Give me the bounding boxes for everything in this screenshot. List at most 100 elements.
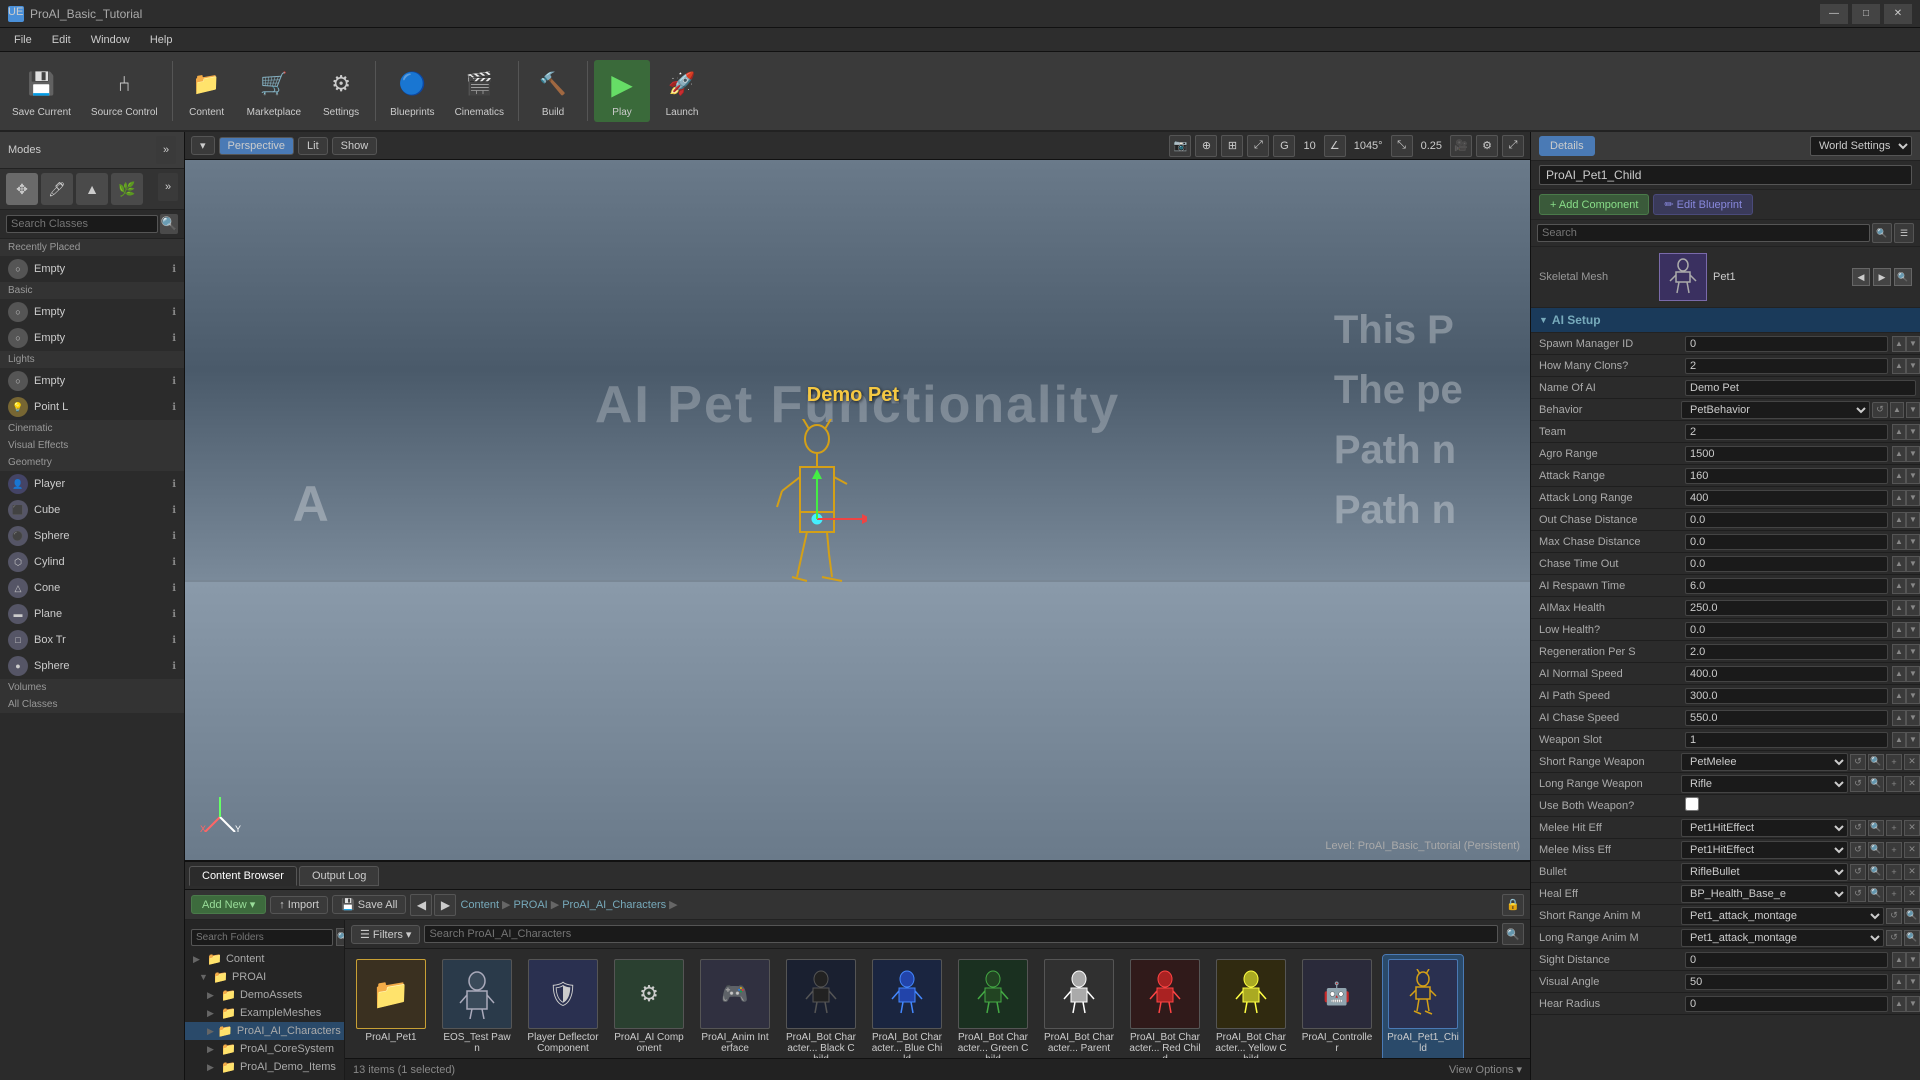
play-button[interactable]: ▶ Play [594, 60, 650, 122]
asset-search-input[interactable] [424, 925, 1498, 943]
bullet-search[interactable]: 🔍 [1868, 864, 1884, 880]
asset-item-player-deflector[interactable]: 🛡 Player Deflector Component [523, 955, 603, 1058]
folder-item-proai[interactable]: ▼ 📁 PROAI [185, 968, 344, 986]
prop-down-agro[interactable]: ▼ [1906, 446, 1920, 462]
folder-item-examplemeshes[interactable]: ▶ 📁 ExampleMeshes [185, 1004, 344, 1022]
prop-up-hear[interactable]: ▲ [1892, 996, 1906, 1012]
camera-icon[interactable]: 🎥 [1450, 135, 1472, 157]
prop-up-attack-long[interactable]: ▲ [1892, 490, 1906, 506]
camera-speed-icon[interactable]: 📷 [1169, 135, 1191, 157]
heal-eff-dropdown[interactable]: BP_Health_Base_e [1681, 885, 1848, 903]
tab-output-log[interactable]: Output Log [299, 866, 379, 886]
paint-mode-icon[interactable]: 🖊 [41, 173, 73, 205]
prop-down-chase-timeout[interactable]: ▼ [1906, 556, 1920, 572]
prop-up-visual-angle[interactable]: ▲ [1892, 974, 1906, 990]
melee-hit-dropdown[interactable]: Pet1HitEffect [1681, 819, 1848, 837]
attack-range-input[interactable] [1685, 468, 1888, 484]
prop-down-visual-angle[interactable]: ▼ [1906, 974, 1920, 990]
angle-icon[interactable]: ∠ [1324, 135, 1346, 157]
melee-miss-remove[interactable]: ✕ [1904, 842, 1920, 858]
prop-up-spawn-manager[interactable]: ▲ [1892, 336, 1906, 352]
behavior-dropdown[interactable]: PetBehavior [1681, 401, 1870, 419]
cb-back-button[interactable]: ◀ [410, 894, 432, 916]
search-folders-button[interactable]: 🔍 [336, 928, 345, 946]
normal-speed-input[interactable] [1685, 666, 1888, 682]
prop-up-agro[interactable]: ▲ [1892, 446, 1906, 462]
prop-down-out-chase[interactable]: ▼ [1906, 512, 1920, 528]
sm-browse-button[interactable]: 🔍 [1894, 268, 1912, 286]
behavior-down[interactable]: ▼ [1906, 402, 1920, 418]
folder-item-demo-items[interactable]: ▶ 📁 ProAI_Demo_Items [185, 1058, 344, 1076]
recently-placed-header[interactable]: Recently Placed [0, 239, 184, 256]
breadcrumb-content[interactable]: Content [460, 899, 499, 911]
save-all-button[interactable]: 💾 Save All [332, 895, 407, 914]
use-both-checkbox[interactable] [1685, 797, 1699, 811]
vp-settings-icon[interactable]: ⚙ [1476, 135, 1498, 157]
mode-more-icon[interactable]: » [158, 173, 178, 201]
short-weapon-reset[interactable]: ↺ [1850, 754, 1866, 770]
short-anim-dropdown[interactable]: Pet1_attack_montage [1681, 907, 1884, 925]
prop-up-path-speed[interactable]: ▲ [1892, 688, 1906, 704]
prop-down-attack-range[interactable]: ▼ [1906, 468, 1920, 484]
prop-down-normal-speed[interactable]: ▼ [1906, 666, 1920, 682]
chase-speed-input[interactable] [1685, 710, 1888, 726]
behavior-up[interactable]: ▲ [1890, 402, 1904, 418]
tab-details[interactable]: Details [1539, 136, 1595, 156]
bullet-dropdown[interactable]: RifleBullet [1681, 863, 1848, 881]
list-item[interactable]: ⬛ Cube ℹ [0, 497, 184, 523]
all-classes-header[interactable]: All Classes [0, 696, 184, 713]
long-anim-dropdown[interactable]: Pet1_attack_montage [1681, 929, 1884, 947]
prop-up-attack-range[interactable]: ▲ [1892, 468, 1906, 484]
folder-item-proai-ai-characters[interactable]: ▶ 📁 ProAI_AI_Characters [185, 1022, 344, 1040]
foliage-mode-icon[interactable]: 🌿 [111, 173, 143, 205]
short-weapon-add[interactable]: + [1886, 754, 1902, 770]
asset-item-green-child[interactable]: ProAI_Bot Character... Green Child [953, 955, 1033, 1058]
add-new-button[interactable]: Add New ▾ [191, 895, 266, 914]
low-health-input[interactable] [1685, 622, 1888, 638]
long-anim-search[interactable]: 🔍 [1904, 930, 1920, 946]
menu-help[interactable]: Help [140, 32, 183, 48]
out-chase-input[interactable] [1685, 512, 1888, 528]
prop-up-chase-speed[interactable]: ▲ [1892, 710, 1906, 726]
path-speed-input[interactable] [1685, 688, 1888, 704]
menu-edit[interactable]: Edit [42, 32, 81, 48]
spawn-manager-input[interactable] [1685, 336, 1888, 352]
sm-back-button[interactable]: ◀ [1852, 268, 1870, 286]
list-item[interactable]: 💡 Point L ℹ [0, 394, 184, 420]
viewport[interactable]: AI Pet Functionality This P The pe Path … [185, 160, 1530, 860]
marketplace-button[interactable]: 🛒 Marketplace [239, 60, 309, 122]
component-name-input[interactable] [1539, 165, 1912, 185]
short-anim-reset[interactable]: ↺ [1886, 908, 1902, 924]
behavior-reset[interactable]: ↺ [1872, 402, 1888, 418]
sm-forward-button[interactable]: ▶ [1873, 268, 1891, 286]
cinematic-header[interactable]: Cinematic [0, 420, 184, 437]
content-button[interactable]: 📁 Content [179, 60, 235, 122]
asset-item-blue-child[interactable]: ProAI_Bot Character... Blue Child [867, 955, 947, 1058]
prop-down-sight[interactable]: ▼ [1906, 952, 1920, 968]
breadcrumb-proai[interactable]: PROAI [513, 899, 547, 911]
tab-content-browser[interactable]: Content Browser [189, 866, 297, 886]
attack-long-input[interactable] [1685, 490, 1888, 506]
menu-window[interactable]: Window [81, 32, 140, 48]
melee-hit-remove[interactable]: ✕ [1904, 820, 1920, 836]
prop-up-max-chase[interactable]: ▲ [1892, 534, 1906, 550]
maximize-viewport-icon[interactable]: ⤢ [1247, 135, 1269, 157]
sight-input[interactable] [1685, 952, 1888, 968]
asset-item-anim-interface[interactable]: 🎮 ProAI_Anim Interface [695, 955, 775, 1058]
import-button[interactable]: ↑ Import [270, 896, 328, 914]
visual-effects-header[interactable]: Visual Effects [0, 437, 184, 454]
list-item[interactable]: ● Sphere ℹ [0, 653, 184, 679]
geometry-header[interactable]: Geometry [0, 454, 184, 471]
list-item[interactable]: △ Cone ℹ [0, 575, 184, 601]
folder-item-content[interactable]: ▶ 📁 Content [185, 950, 344, 968]
hear-input[interactable] [1685, 996, 1888, 1012]
search-classes-button[interactable]: 🔍 [160, 214, 178, 234]
filters-button[interactable]: ☰ Filters ▾ [351, 925, 420, 944]
cb-lock-button[interactable]: 🔒 [1502, 894, 1524, 916]
prop-down-clons[interactable]: ▼ [1906, 358, 1920, 374]
lit-button[interactable]: Lit [298, 137, 328, 155]
short-weapon-remove[interactable]: ✕ [1904, 754, 1920, 770]
long-weapon-search[interactable]: 🔍 [1868, 776, 1884, 792]
search-folders-input[interactable] [191, 929, 333, 946]
prop-up-low-health[interactable]: ▲ [1892, 622, 1906, 638]
